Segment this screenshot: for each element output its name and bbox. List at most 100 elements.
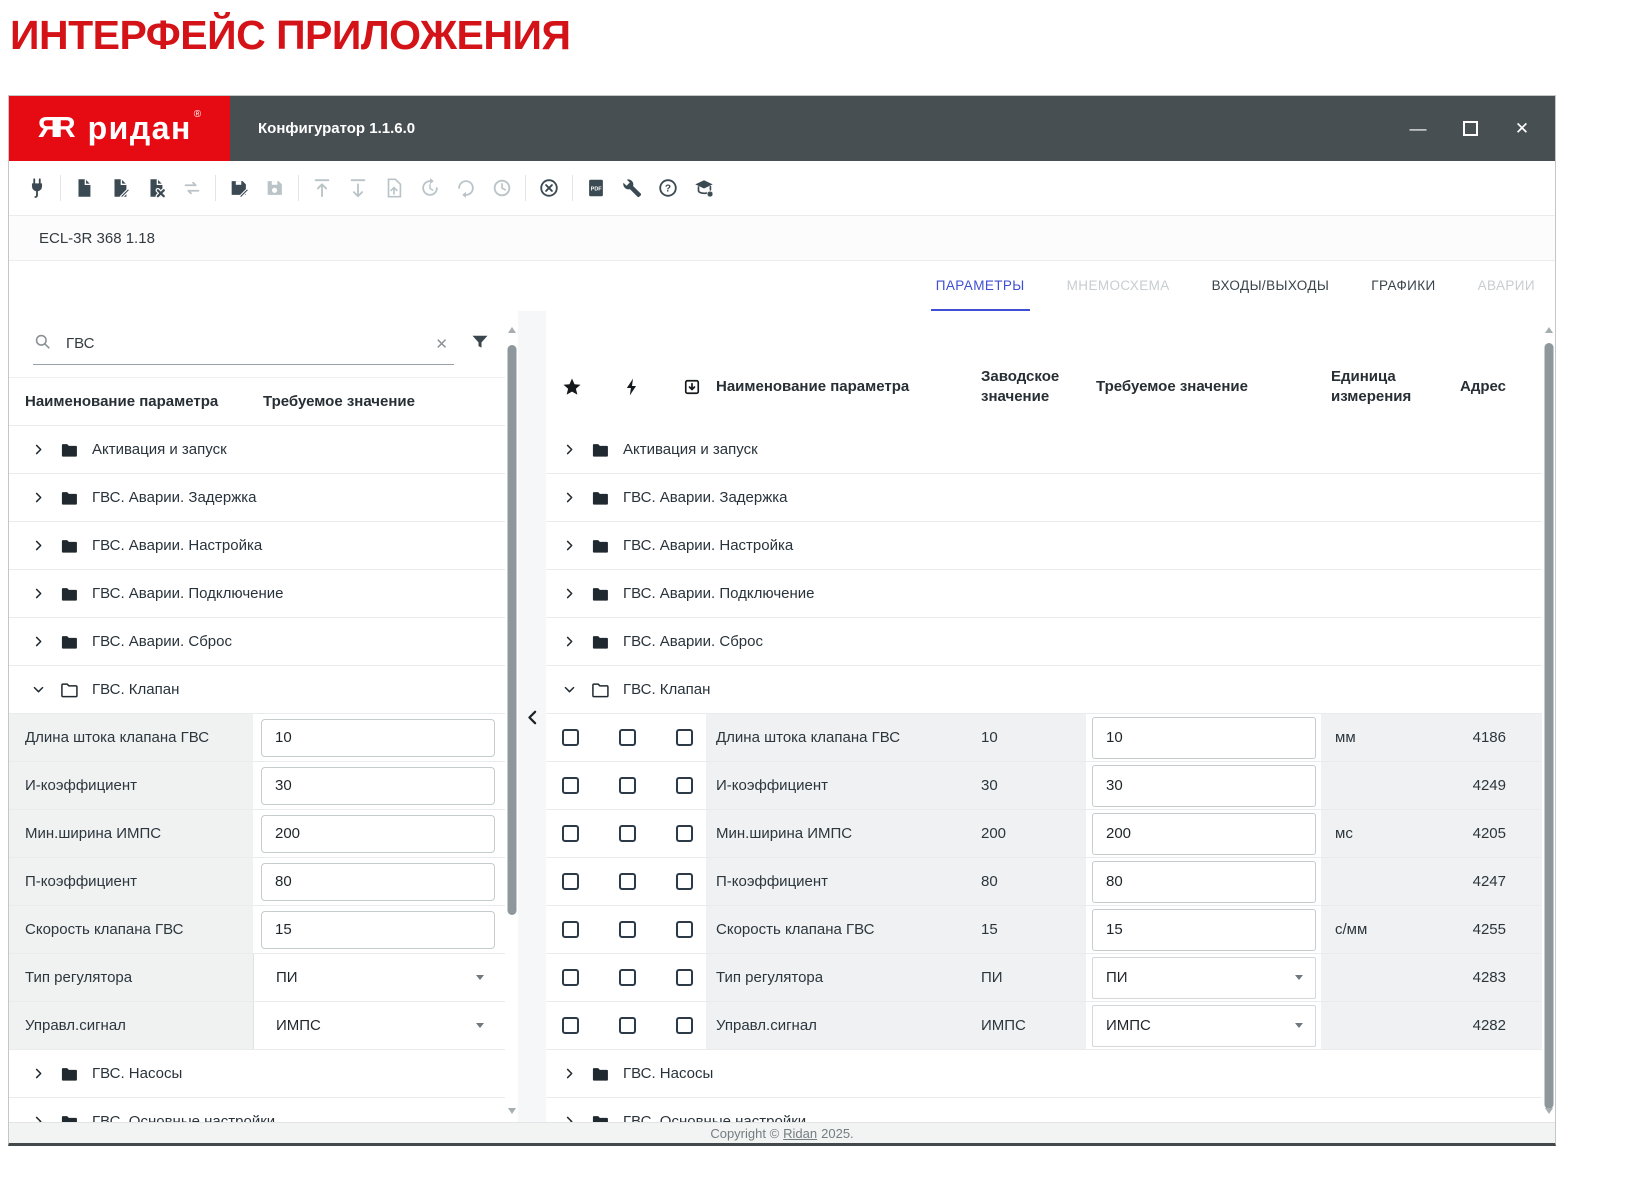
favorite-checkbox[interactable] xyxy=(562,969,579,986)
required-value-input[interactable] xyxy=(261,815,495,853)
load-checkbox[interactable] xyxy=(676,921,693,938)
chevron-down-icon[interactable] xyxy=(562,682,577,697)
history-clock-icon[interactable] xyxy=(484,170,520,206)
load-checkbox[interactable] xyxy=(676,777,693,794)
tab-mnemoscheme[interactable]: МНЕМОСХЕМА xyxy=(1062,261,1175,311)
group-row[interactable]: Активация и запуск xyxy=(546,426,1542,474)
scrollbar-thumb[interactable] xyxy=(1544,343,1553,1109)
required-value-input[interactable] xyxy=(261,719,495,757)
group-row[interactable]: ГВС. Аварии. Настройка xyxy=(9,522,506,570)
load-checkbox[interactable] xyxy=(676,729,693,746)
undo-restore-icon[interactable] xyxy=(448,170,484,206)
chevron-right-icon[interactable] xyxy=(31,1066,46,1081)
chevron-right-icon[interactable] xyxy=(31,586,46,601)
chevron-right-icon[interactable] xyxy=(562,1114,577,1122)
restore-icon[interactable] xyxy=(412,170,448,206)
group-row[interactable]: ГВС. Клапан xyxy=(546,666,1542,714)
tab-alarms[interactable]: АВАРИИ xyxy=(1473,261,1540,311)
training-icon[interactable] xyxy=(686,170,722,206)
favorite-checkbox[interactable] xyxy=(562,777,579,794)
edit-file-icon[interactable] xyxy=(102,170,138,206)
load-checkbox[interactable] xyxy=(676,969,693,986)
chevron-right-icon[interactable] xyxy=(562,634,577,649)
chevron-right-icon[interactable] xyxy=(31,490,46,505)
chevron-right-icon[interactable] xyxy=(562,442,577,457)
write-checkbox[interactable] xyxy=(619,921,636,938)
connect-plug-icon[interactable] xyxy=(19,170,55,206)
search-clear-icon[interactable]: ✕ xyxy=(435,335,454,353)
chevron-right-icon[interactable] xyxy=(562,490,577,505)
scrollbar-thumb[interactable] xyxy=(507,345,516,915)
filter-icon[interactable] xyxy=(470,332,490,357)
write-checkbox[interactable] xyxy=(619,1017,636,1034)
favorite-checkbox[interactable] xyxy=(562,873,579,890)
load-checkbox[interactable] xyxy=(676,1017,693,1034)
write-checkbox[interactable] xyxy=(619,777,636,794)
save-icon[interactable] xyxy=(257,170,293,206)
collapse-panel-button[interactable] xyxy=(522,707,543,733)
chevron-down-icon[interactable] xyxy=(31,682,46,697)
chevron-right-icon[interactable] xyxy=(31,1114,46,1122)
required-value-select[interactable]: ПИ xyxy=(253,954,506,1001)
new-file-icon[interactable] xyxy=(66,170,102,206)
favorite-checkbox[interactable] xyxy=(562,1017,579,1034)
favorite-star-icon[interactable] xyxy=(562,377,582,397)
load-checkbox[interactable] xyxy=(676,873,693,890)
chevron-right-icon[interactable] xyxy=(562,538,577,553)
load-download-icon[interactable] xyxy=(682,377,702,397)
favorite-checkbox[interactable] xyxy=(562,729,579,746)
scroll-down-icon[interactable] xyxy=(508,1108,516,1114)
group-row[interactable]: ГВС. Аварии. Настройка xyxy=(546,522,1542,570)
group-row[interactable]: ГВС. Основные настройки xyxy=(9,1098,506,1122)
right-scrollbar[interactable] xyxy=(1542,311,1555,1122)
scroll-up-icon[interactable] xyxy=(1545,327,1553,333)
required-value-input[interactable] xyxy=(261,911,495,949)
required-value-select[interactable]: ИМПС xyxy=(1092,1005,1316,1047)
tab-graphs[interactable]: ГРАФИКИ xyxy=(1366,261,1440,311)
write-checkbox[interactable] xyxy=(619,969,636,986)
search-input[interactable]: ГВС ✕ xyxy=(33,323,454,365)
group-row[interactable]: ГВС. Аварии. Задержка xyxy=(9,474,506,522)
save-edit-icon[interactable] xyxy=(221,170,257,206)
help-icon[interactable]: ? xyxy=(650,170,686,206)
required-value-select[interactable]: ПИ xyxy=(1092,957,1316,999)
required-value-input[interactable] xyxy=(1092,717,1316,759)
left-scrollbar[interactable] xyxy=(505,311,518,1122)
download-device-icon[interactable] xyxy=(340,170,376,206)
required-value-select[interactable]: ИМПС xyxy=(253,1002,506,1049)
required-value-input[interactable] xyxy=(261,767,495,805)
write-checkbox[interactable] xyxy=(619,825,636,842)
group-row[interactable]: ГВС. Аварии. Подключение xyxy=(546,570,1542,618)
close-button[interactable]: ✕ xyxy=(1509,116,1535,142)
required-value-input[interactable] xyxy=(1092,765,1316,807)
load-checkbox[interactable] xyxy=(676,825,693,842)
scroll-up-icon[interactable] xyxy=(508,327,516,333)
group-row[interactable]: ГВС. Аварии. Задержка xyxy=(546,474,1542,522)
chevron-right-icon[interactable] xyxy=(562,586,577,601)
group-row[interactable]: ГВС. Аварии. Сброс xyxy=(9,618,506,666)
favorite-checkbox[interactable] xyxy=(562,825,579,842)
upload-device-icon[interactable] xyxy=(304,170,340,206)
tab-parameters[interactable]: ПАРАМЕТРЫ xyxy=(931,261,1030,311)
footer-link[interactable]: Ridan xyxy=(783,1126,817,1141)
chevron-right-icon[interactable] xyxy=(31,634,46,649)
group-row[interactable]: ГВС. Аварии. Сброс xyxy=(546,618,1542,666)
tab-io[interactable]: ВХОДЫ/ВЫХОДЫ xyxy=(1207,261,1335,311)
delete-file-icon[interactable] xyxy=(138,170,174,206)
export-pdf-icon[interactable]: PDF xyxy=(578,170,614,206)
chevron-right-icon[interactable] xyxy=(31,538,46,553)
required-value-input[interactable] xyxy=(1092,861,1316,903)
scroll-down-icon[interactable] xyxy=(1545,1108,1553,1114)
group-row[interactable]: ГВС. Насосы xyxy=(9,1050,506,1098)
sync-icon[interactable] xyxy=(174,170,210,206)
required-value-input[interactable] xyxy=(1092,909,1316,951)
group-row[interactable]: ГВС. Клапан xyxy=(9,666,506,714)
group-row[interactable]: Активация и запуск xyxy=(9,426,506,474)
write-bolt-icon[interactable] xyxy=(622,377,642,397)
write-checkbox[interactable] xyxy=(619,729,636,746)
group-row[interactable]: ГВС. Аварии. Подключение xyxy=(9,570,506,618)
write-checkbox[interactable] xyxy=(619,873,636,890)
minimize-button[interactable]: — xyxy=(1405,116,1431,142)
maximize-button[interactable] xyxy=(1457,116,1483,142)
favorite-checkbox[interactable] xyxy=(562,921,579,938)
